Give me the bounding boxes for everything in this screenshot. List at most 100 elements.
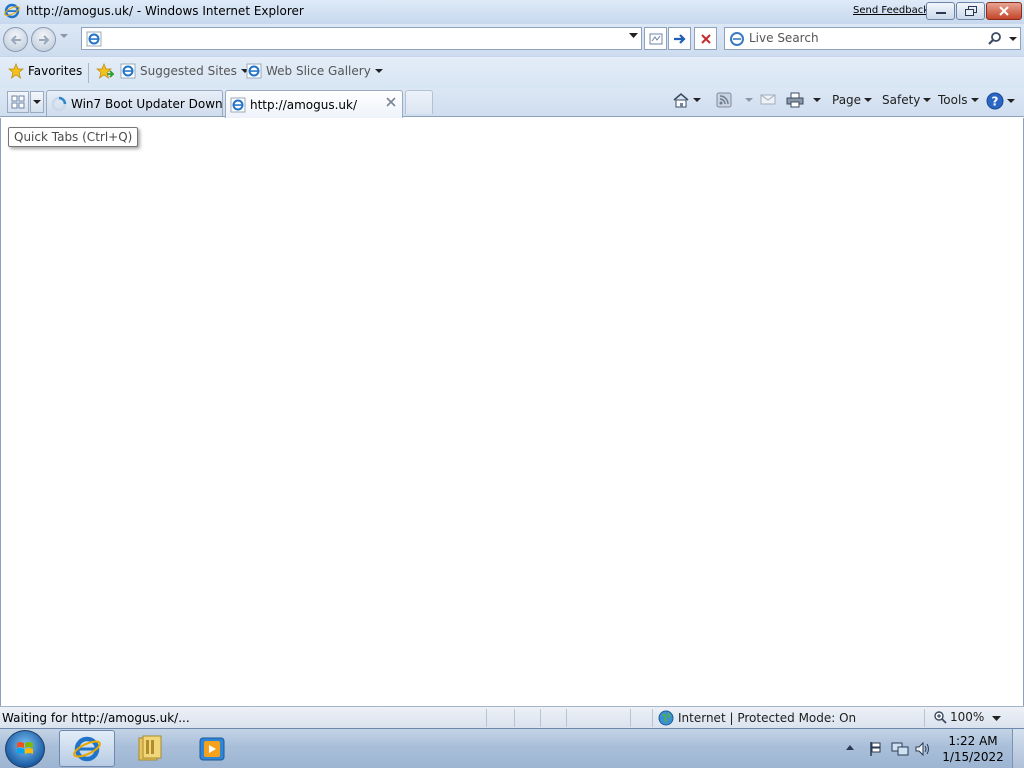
home-button[interactable]: [672, 92, 701, 108]
status-divider: [486, 709, 487, 727]
start-button[interactable]: [5, 730, 45, 768]
help-menu[interactable]: ?: [986, 92, 1015, 110]
status-text: Waiting for http://amogus.uk/...: [2, 711, 190, 725]
add-to-favorites-bar-button[interactable]: [96, 63, 114, 79]
tab-label: http://amogus.uk/: [250, 97, 358, 112]
tab-label: Win7 Boot Updater Downl...: [71, 96, 223, 111]
ie-page-icon: [120, 63, 136, 79]
search-icon[interactable]: [987, 31, 1003, 47]
windows-logo-icon: [17, 742, 33, 754]
search-input[interactable]: [749, 31, 979, 45]
zoom-level[interactable]: 100%: [934, 710, 984, 724]
chevron-down-icon: [970, 97, 979, 102]
loading-icon: [51, 96, 67, 111]
chevron-down-icon[interactable]: [693, 97, 701, 103]
back-button[interactable]: [3, 27, 28, 52]
taskbar: 1:22 AM 1/15/2022: [0, 728, 1024, 768]
stop-button[interactable]: [694, 27, 717, 50]
suggested-sites-label: Suggested Sites: [140, 64, 237, 78]
search-options-dropdown-icon[interactable]: [1009, 37, 1017, 42]
feeds-button[interactable]: [716, 92, 753, 108]
status-divider: [566, 709, 567, 727]
status-divider: [924, 709, 925, 727]
svg-text:?: ?: [992, 95, 999, 109]
chevron-down-icon[interactable]: [813, 97, 821, 103]
zoom-dropdown-icon[interactable]: [992, 716, 1001, 722]
favorites-divider: [88, 63, 89, 83]
taskbar-windows-media-player[interactable]: [184, 730, 240, 767]
add-favorite-star-icon: [96, 63, 114, 79]
network-icon[interactable]: [891, 740, 909, 758]
web-slice-gallery-label: Web Slice Gallery: [266, 64, 371, 78]
mail-icon: [760, 94, 776, 105]
ie-page-icon: [246, 63, 262, 79]
page-menu[interactable]: Page: [832, 93, 873, 107]
search-box[interactable]: [724, 27, 1021, 50]
restore-button[interactable]: [956, 2, 985, 20]
taskbar-internet-explorer[interactable]: [59, 730, 115, 767]
address-bar[interactable]: [81, 27, 642, 50]
go-button[interactable]: [668, 27, 691, 50]
folder-library-icon: [138, 735, 162, 760]
address-input[interactable]: [106, 30, 626, 47]
close-button[interactable]: [986, 2, 1022, 20]
tab-row: Win7 Boot Updater Downl... http://amogus…: [0, 88, 1024, 118]
page-menu-label: Page: [832, 93, 862, 107]
favorites-label: Favorites: [28, 64, 83, 78]
status-divider: [652, 709, 653, 727]
tab-amogus[interactable]: http://amogus.uk/: [225, 90, 403, 118]
navigation-bar: [0, 24, 1024, 56]
system-clock[interactable]: 1:22 AM 1/15/2022: [940, 733, 1006, 765]
tools-menu-label: Tools: [938, 93, 968, 107]
arrow-left-icon: [10, 34, 21, 45]
close-icon: [999, 6, 1009, 16]
print-button[interactable]: [786, 92, 821, 108]
compatibility-view-button[interactable]: [644, 27, 667, 50]
send-feedback-link[interactable]: Send Feedback: [853, 5, 929, 16]
tab-win7-boot-updater[interactable]: Win7 Boot Updater Downl...: [46, 90, 223, 116]
zoom-magnifier-icon: [934, 710, 947, 724]
suggested-sites-link[interactable]: Suggested Sites: [120, 63, 249, 79]
zoom-label: 100%: [950, 710, 985, 724]
chevron-down-icon: [374, 68, 383, 73]
action-center-flag-icon[interactable]: [867, 740, 883, 758]
chevron-down-icon[interactable]: [745, 97, 753, 103]
show-hidden-icons-icon[interactable]: [845, 743, 855, 751]
volume-icon[interactable]: [914, 740, 932, 758]
page-content-area[interactable]: Quick Tabs (Ctrl+Q): [0, 118, 1024, 706]
printer-icon: [786, 92, 804, 108]
read-mail-button[interactable]: [760, 92, 776, 106]
chevron-down-icon: [923, 97, 932, 102]
forward-button[interactable]: [31, 27, 56, 52]
safety-menu[interactable]: Safety: [882, 93, 932, 107]
web-slice-gallery-link[interactable]: Web Slice Gallery: [246, 63, 383, 79]
globe-icon: [658, 710, 674, 726]
taskbar-windows-explorer[interactable]: [122, 730, 178, 767]
status-divider: [540, 709, 541, 727]
security-zone[interactable]: Internet | Protected Mode: On: [658, 710, 856, 726]
window-title: http://amogus.uk/ - Windows Internet Exp…: [26, 4, 304, 18]
show-desktop-button[interactable]: [1012, 729, 1024, 768]
favorites-button[interactable]: Favorites: [8, 63, 82, 79]
live-search-icon: [730, 32, 744, 46]
minimize-button[interactable]: [926, 2, 955, 20]
ie-page-icon: [86, 31, 102, 47]
arrow-right-icon: [38, 34, 49, 45]
chevron-down-icon: [1007, 98, 1015, 103]
close-tab-icon[interactable]: [386, 97, 396, 107]
media-player-icon: [199, 737, 225, 760]
internet-explorer-icon: [73, 736, 101, 761]
recent-pages-dropdown-icon[interactable]: [60, 34, 68, 40]
new-tab-button[interactable]: [405, 90, 433, 114]
quick-tabs-grid-icon: [11, 95, 25, 109]
status-divider: [514, 709, 515, 727]
address-dropdown-icon[interactable]: [629, 33, 638, 39]
favorites-bar: Favorites Suggested Sites Web Slice Gall…: [0, 56, 1024, 88]
stop-x-icon: [700, 33, 711, 44]
compatibility-view-icon: [649, 33, 662, 44]
quick-tabs-button[interactable]: [7, 91, 29, 113]
safety-menu-label: Safety: [882, 93, 921, 107]
clock-time: 1:22 AM: [948, 734, 998, 748]
tools-menu[interactable]: Tools: [938, 93, 979, 107]
tab-list-button[interactable]: [30, 91, 44, 113]
